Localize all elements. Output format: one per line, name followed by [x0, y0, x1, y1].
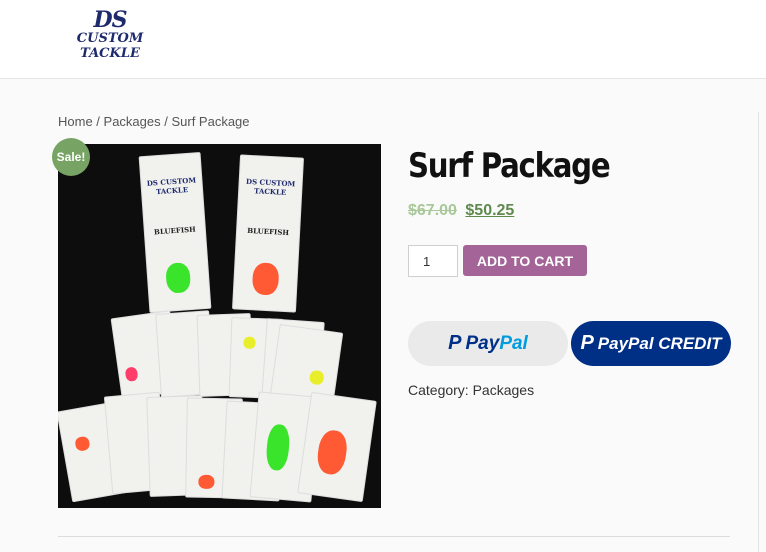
- lure-pack: DS CUSTOM TACKLE BLUEFISH: [231, 154, 305, 313]
- paypal-icon: P: [580, 332, 594, 354]
- breadcrumb-separator: /: [92, 114, 104, 129]
- orange-lure: [315, 428, 350, 477]
- logo-custom: CUSTOM: [76, 31, 144, 46]
- logo-ds: DS: [93, 7, 128, 33]
- sale-price: $50.25: [465, 202, 515, 219]
- breadcrumb-current: Surf Package: [171, 114, 250, 129]
- breadcrumb-home[interactable]: Home: [58, 114, 93, 129]
- product-price: $67.00 $50.25: [408, 202, 514, 220]
- site-header: DS CUSTOM TACKLE: [0, 0, 766, 79]
- quantity-input[interactable]: [408, 245, 458, 277]
- pack-name: BLUEFISH: [246, 226, 290, 238]
- breadcrumb-separator: /: [160, 114, 172, 129]
- yellow-lure: [243, 336, 256, 349]
- logo-tackle: TACKLE: [80, 46, 140, 61]
- pack-brand: DS CUSTOM TACKLE: [245, 177, 296, 198]
- breadcrumb-packages[interactable]: Packages: [104, 114, 161, 129]
- sale-badge: Sale!: [52, 138, 90, 176]
- category-link[interactable]: Packages: [473, 382, 534, 398]
- breadcrumb: Home / Packages / Surf Package: [58, 114, 250, 129]
- green-lure: [165, 262, 192, 294]
- product-title: Surf Package: [408, 146, 611, 186]
- lure-pack: [297, 391, 377, 503]
- pink-lure: [124, 366, 139, 382]
- paypal-label-pay: Pay: [465, 332, 500, 354]
- lure-pack: DS CUSTOM TACKLE BLUEFISH: [138, 152, 212, 313]
- product-tabs: [58, 536, 730, 547]
- add-to-cart-button[interactable]: ADD TO CART: [463, 245, 587, 276]
- orange-lure: [251, 262, 280, 296]
- orange-lure: [74, 435, 91, 452]
- site-logo[interactable]: DS CUSTOM TACKLE: [70, 9, 150, 67]
- yellow-lure: [308, 369, 325, 386]
- product-category: Category: Packages: [408, 382, 534, 398]
- pack-brand: DS CUSTOM TACKLE: [146, 175, 197, 196]
- green-lure: [264, 423, 291, 472]
- old-price: $67.00: [408, 202, 457, 219]
- orange-lure: [198, 474, 215, 490]
- paypal-button[interactable]: P Pay Pal: [408, 321, 568, 366]
- paypal-credit-button[interactable]: P PayPal CREDIT: [571, 321, 731, 366]
- paypal-credit-label: PayPal CREDIT: [597, 333, 722, 353]
- sidebar-divider: [758, 112, 759, 552]
- product-image[interactable]: DS CUSTOM TACKLE BLUEFISH DS CUSTOM TACK…: [58, 144, 381, 508]
- category-label: Category:: [408, 382, 469, 398]
- pack-name: BLUEFISH: [153, 224, 197, 237]
- paypal-icon: P: [448, 332, 462, 354]
- paypal-label-pal: Pal: [499, 332, 528, 354]
